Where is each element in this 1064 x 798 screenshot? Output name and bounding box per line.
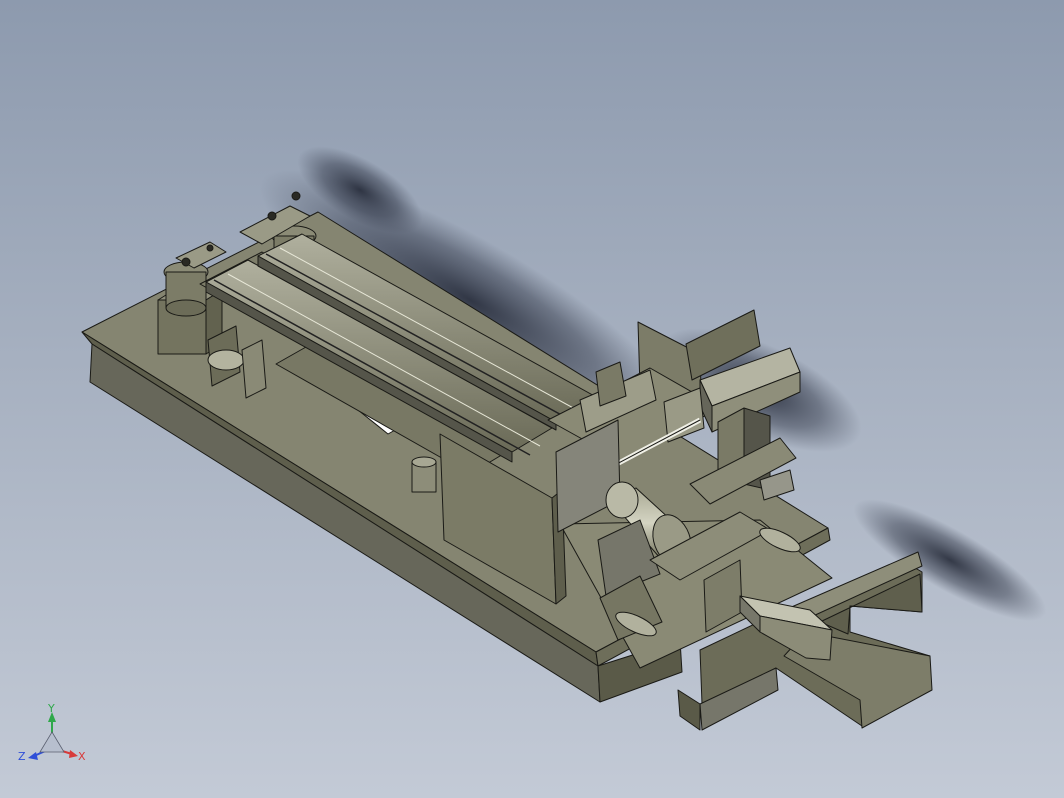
x-axis-label: X: [78, 750, 86, 763]
view-orientation-triad[interactable]: Y Z X: [14, 700, 94, 780]
triad-pyramid-icon: [39, 731, 65, 753]
cad-model-render[interactable]: [0, 0, 1064, 798]
y-axis-label: Y: [47, 702, 55, 715]
z-axis-arrowhead: [28, 752, 38, 760]
z-axis-label: Z: [18, 750, 26, 763]
cad-viewport[interactable]: Y Z X: [0, 0, 1064, 798]
x-axis-arrowhead: [69, 750, 78, 758]
